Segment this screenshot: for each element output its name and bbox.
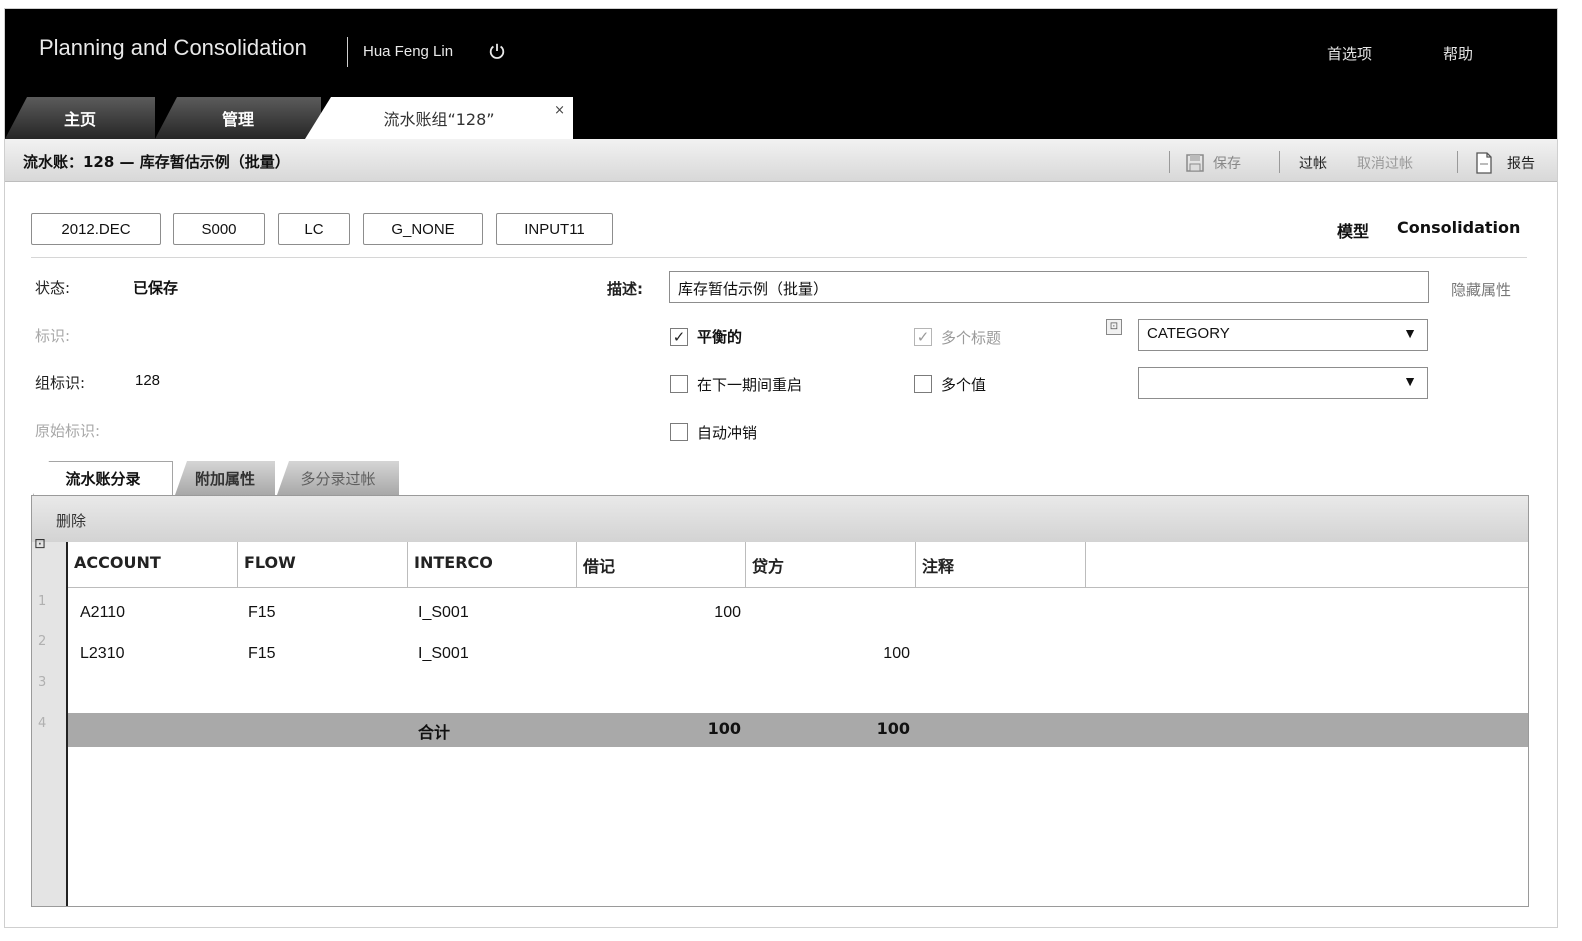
column-header-comment[interactable]: 注释 xyxy=(916,542,1086,588)
reopen-next-period-label: 在下一期间重启 xyxy=(697,376,803,394)
auto-reverse-checkbox[interactable] xyxy=(670,423,688,441)
id-label: 标识: xyxy=(35,327,71,345)
preferences-link[interactable]: 首选项 xyxy=(1327,43,1372,64)
help-link[interactable]: 帮助 xyxy=(1443,43,1473,64)
row-number: 2 xyxy=(38,634,47,649)
dimension-chip-entity[interactable]: S000 xyxy=(173,213,265,245)
post-button[interactable]: 过帐 xyxy=(1299,153,1327,173)
cell-credit[interactable]: 100 xyxy=(746,645,910,663)
divider xyxy=(31,257,1527,258)
header-divider xyxy=(347,37,348,67)
app-window: Planning and Consolidation Hua Feng Lin … xyxy=(4,8,1558,928)
subtab-additional-properties[interactable]: 附加属性 xyxy=(175,461,275,495)
tab-home[interactable]: 主页 xyxy=(5,97,155,139)
multi-header-checkbox[interactable]: ✓ xyxy=(914,328,932,346)
tab-admin-label: 管理 xyxy=(221,110,254,129)
original-id-label: 原始标识: xyxy=(35,422,101,440)
subtab-journal-entries-label: 流水账分录 xyxy=(65,470,141,488)
group-id-label: 组标识: xyxy=(35,374,86,392)
row-number-column: ⊡ 1 2 3 4 xyxy=(32,536,68,906)
cell-flow[interactable]: F15 xyxy=(248,645,276,663)
multi-header-label: 多个标题 xyxy=(941,329,1002,347)
dimension-chip-currency[interactable]: LC xyxy=(278,213,350,245)
document-icon xyxy=(1476,152,1492,174)
report-button[interactable]: 报告 xyxy=(1507,153,1535,173)
cell-account[interactable]: A2110 xyxy=(80,604,125,622)
user-name[interactable]: Hua Feng Lin xyxy=(363,43,453,60)
column-header-account[interactable]: ACCOUNT xyxy=(68,542,238,588)
category-select-value: CATEGORY xyxy=(1147,325,1230,342)
column-header-interco[interactable]: INTERCO xyxy=(408,542,577,588)
subtab-journal-entries[interactable]: 流水账分录 xyxy=(33,461,173,495)
balanced-checkbox[interactable]: ✓ xyxy=(670,328,688,346)
hide-properties-link[interactable]: 隐藏属性 xyxy=(1451,279,1511,300)
group-id-value: 128 xyxy=(135,372,161,389)
select-all-icon[interactable]: ⊡ xyxy=(34,536,46,552)
dimension-chip-group[interactable]: G_NONE xyxy=(363,213,483,245)
column-header-empty xyxy=(1086,542,1528,588)
model-label: 模型 xyxy=(1337,222,1370,241)
cell-debit[interactable]: 100 xyxy=(577,604,741,622)
dropdown-arrow-icon: ▼ xyxy=(1403,325,1417,341)
grid-toolbar: 删除 xyxy=(32,496,1528,542)
reopen-next-period-checkbox[interactable] xyxy=(670,375,688,393)
app-header: Planning and Consolidation Hua Feng Lin … xyxy=(5,9,1557,139)
description-label: 描述: xyxy=(607,280,643,298)
page-toolbar: 流水账：128 — 库存暂估示例（批量） 保存 过帐 取消过帐 报告 xyxy=(5,139,1557,182)
multi-value-checkbox[interactable] xyxy=(914,375,932,393)
dimension-chip-time[interactable]: 2012.DEC xyxy=(31,213,161,245)
status-label: 状态: xyxy=(35,279,71,297)
journal-grid: 删除 ⊡ 1 2 3 4 ACCOUNT FLOW INTERCO 借记 贷方 … xyxy=(31,495,1529,907)
status-value: 已保存 xyxy=(133,279,179,297)
cell-account[interactable]: L2310 xyxy=(80,645,125,663)
tab-journal-group[interactable]: 流水账组“128” × xyxy=(305,97,573,139)
save-icon xyxy=(1186,154,1204,172)
multi-value-label: 多个值 xyxy=(941,376,987,394)
total-label: 合计 xyxy=(418,723,451,742)
total-credit: 100 xyxy=(876,719,910,738)
column-header-debit[interactable]: 借记 xyxy=(577,542,746,588)
dropdown-arrow-icon: ▼ xyxy=(1403,373,1417,389)
tab-admin[interactable]: 管理 xyxy=(155,97,321,139)
toolbar-divider xyxy=(1279,151,1280,173)
subtab-additional-properties-label: 附加属性 xyxy=(194,469,255,488)
secondary-select[interactable]: ▼ xyxy=(1138,367,1428,399)
tab-journal-group-label: 流水账组“128” xyxy=(383,110,495,129)
cell-interco[interactable]: I_S001 xyxy=(418,604,469,622)
category-select[interactable]: CATEGORY ▼ xyxy=(1138,319,1428,351)
power-icon[interactable] xyxy=(488,42,506,60)
balanced-label: 平衡的 xyxy=(697,328,743,346)
toolbar-divider xyxy=(1169,151,1170,173)
tab-home-label: 主页 xyxy=(63,110,96,129)
column-header-flow[interactable]: FLOW xyxy=(238,542,408,588)
auto-reverse-label: 自动冲销 xyxy=(697,424,758,442)
subtab-multi-entry-post[interactable]: 多分录过帐 xyxy=(277,461,399,495)
row-number: 3 xyxy=(38,675,47,690)
unpost-button[interactable]: 取消过帐 xyxy=(1357,153,1413,173)
description-input[interactable]: 库存暂估示例（批量） xyxy=(669,271,1429,303)
toolbar-divider xyxy=(1457,151,1458,173)
delete-button[interactable]: 删除 xyxy=(56,510,86,531)
cell-flow[interactable]: F15 xyxy=(248,604,276,622)
app-title: Planning and Consolidation xyxy=(39,35,307,60)
total-row: 合计 100 100 xyxy=(68,713,1528,747)
page-title: 流水账：128 — 库存暂估示例（批量） xyxy=(23,153,290,171)
save-button[interactable]: 保存 xyxy=(1213,153,1241,173)
model-value: Consolidation xyxy=(1397,218,1521,237)
subtab-multi-entry-post-label: 多分录过帐 xyxy=(300,469,376,488)
total-debit: 100 xyxy=(707,719,741,738)
dimension-chip-audit[interactable]: INPUT11 xyxy=(496,213,613,245)
column-header-credit[interactable]: 贷方 xyxy=(746,542,916,588)
row-number: 4 xyxy=(38,716,47,731)
row-number: 1 xyxy=(38,594,47,609)
cell-interco[interactable]: I_S001 xyxy=(418,645,469,663)
expand-icon[interactable]: ⊡ xyxy=(1106,319,1122,335)
close-icon[interactable]: × xyxy=(554,103,565,118)
